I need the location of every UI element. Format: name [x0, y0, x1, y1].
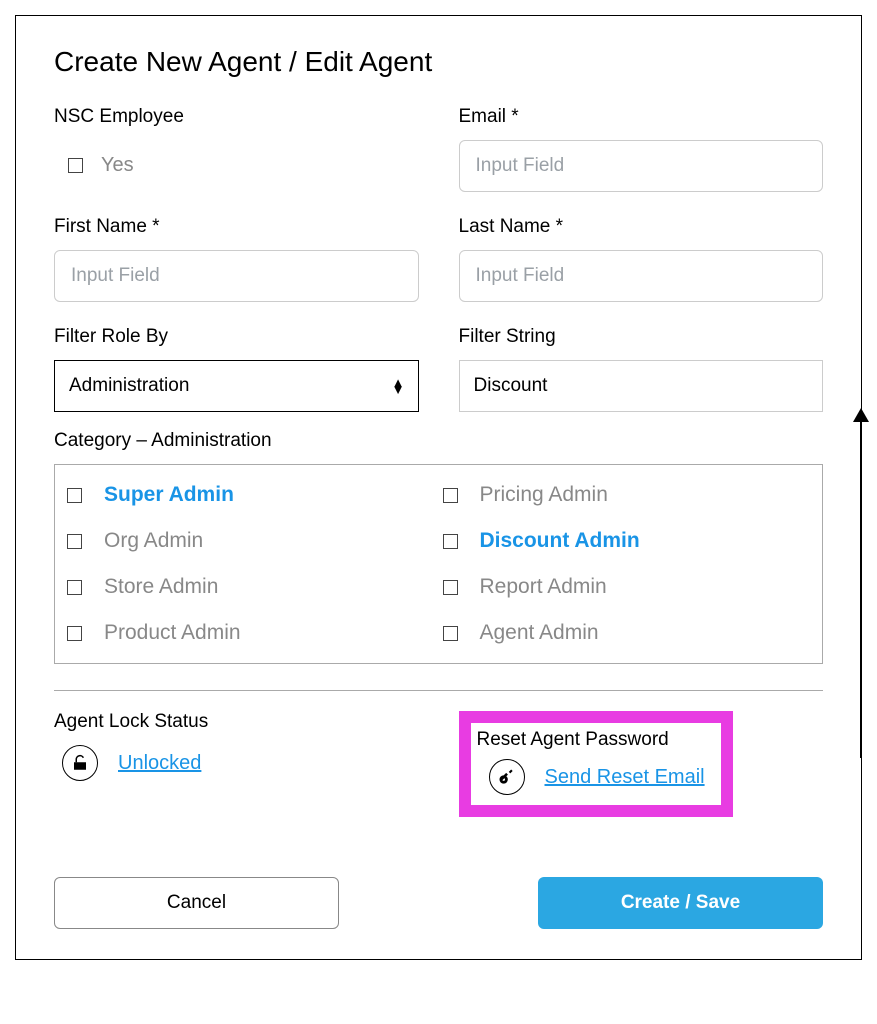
role-checkbox[interactable] [67, 534, 82, 549]
role-item[interactable]: Pricing Admin [443, 483, 811, 507]
lock-status-label: Agent Lock Status [54, 711, 419, 733]
role-checkbox[interactable] [443, 534, 458, 549]
role-checkbox[interactable] [443, 626, 458, 641]
email-label: Email * [459, 106, 824, 128]
filter-role-select[interactable]: Administration ▲▼ [54, 360, 419, 412]
filter-string-field[interactable] [459, 360, 824, 412]
unlock-icon [62, 745, 98, 781]
role-label: Product Admin [104, 621, 241, 645]
role-label: Pricing Admin [480, 483, 608, 507]
unlocked-link[interactable]: Unlocked [118, 752, 201, 775]
role-label: Agent Admin [480, 621, 599, 645]
nsc-employee-checkbox[interactable] [68, 158, 83, 173]
key-icon [489, 759, 525, 795]
role-label: Store Admin [104, 575, 218, 599]
email-field[interactable] [459, 140, 824, 192]
last-name-field[interactable] [459, 250, 824, 302]
role-label: Super Admin [104, 483, 234, 507]
annotation-arrow-icon [841, 408, 871, 768]
category-heading: Category – Administration [54, 430, 823, 452]
role-checkbox[interactable] [67, 580, 82, 595]
filter-role-value: Administration [69, 375, 189, 397]
role-item[interactable]: Discount Admin [443, 529, 811, 553]
nsc-employee-checkbox-row[interactable]: Yes [54, 140, 419, 177]
last-name-label: Last Name * [459, 216, 824, 238]
filter-role-label: Filter Role By [54, 326, 419, 348]
role-checkbox[interactable] [443, 580, 458, 595]
first-name-field[interactable] [54, 250, 419, 302]
role-label: Report Admin [480, 575, 607, 599]
filter-string-label: Filter String [459, 326, 824, 348]
role-item[interactable]: Super Admin [67, 483, 435, 507]
agent-form-panel: Create New Agent / Edit Agent NSC Employ… [15, 15, 862, 960]
role-item[interactable]: Agent Admin [443, 621, 811, 645]
select-arrows-icon: ▲▼ [392, 379, 404, 393]
role-item[interactable]: Store Admin [67, 575, 435, 599]
nsc-employee-option: Yes [101, 154, 134, 177]
cancel-button[interactable]: Cancel [54, 877, 339, 929]
role-label: Org Admin [104, 529, 203, 553]
send-reset-email-link[interactable]: Send Reset Email [545, 766, 705, 789]
reset-password-highlight: Reset Agent Password Send Reset Email [459, 711, 733, 817]
role-checkbox[interactable] [443, 488, 458, 503]
role-item[interactable]: Org Admin [67, 529, 435, 553]
category-box: Super Admin Pricing Admin Org Admin Discoun… [54, 464, 823, 664]
role-checkbox[interactable] [67, 626, 82, 641]
create-save-button[interactable]: Create / Save [538, 877, 823, 929]
page-title: Create New Agent / Edit Agent [54, 46, 823, 78]
reset-password-label: Reset Agent Password [477, 729, 705, 751]
role-item[interactable]: Report Admin [443, 575, 811, 599]
role-checkbox[interactable] [67, 488, 82, 503]
nsc-employee-label: NSC Employee [54, 106, 419, 128]
role-label: Discount Admin [480, 529, 640, 553]
role-item[interactable]: Product Admin [67, 621, 435, 645]
first-name-label: First Name * [54, 216, 419, 238]
divider [54, 690, 823, 691]
